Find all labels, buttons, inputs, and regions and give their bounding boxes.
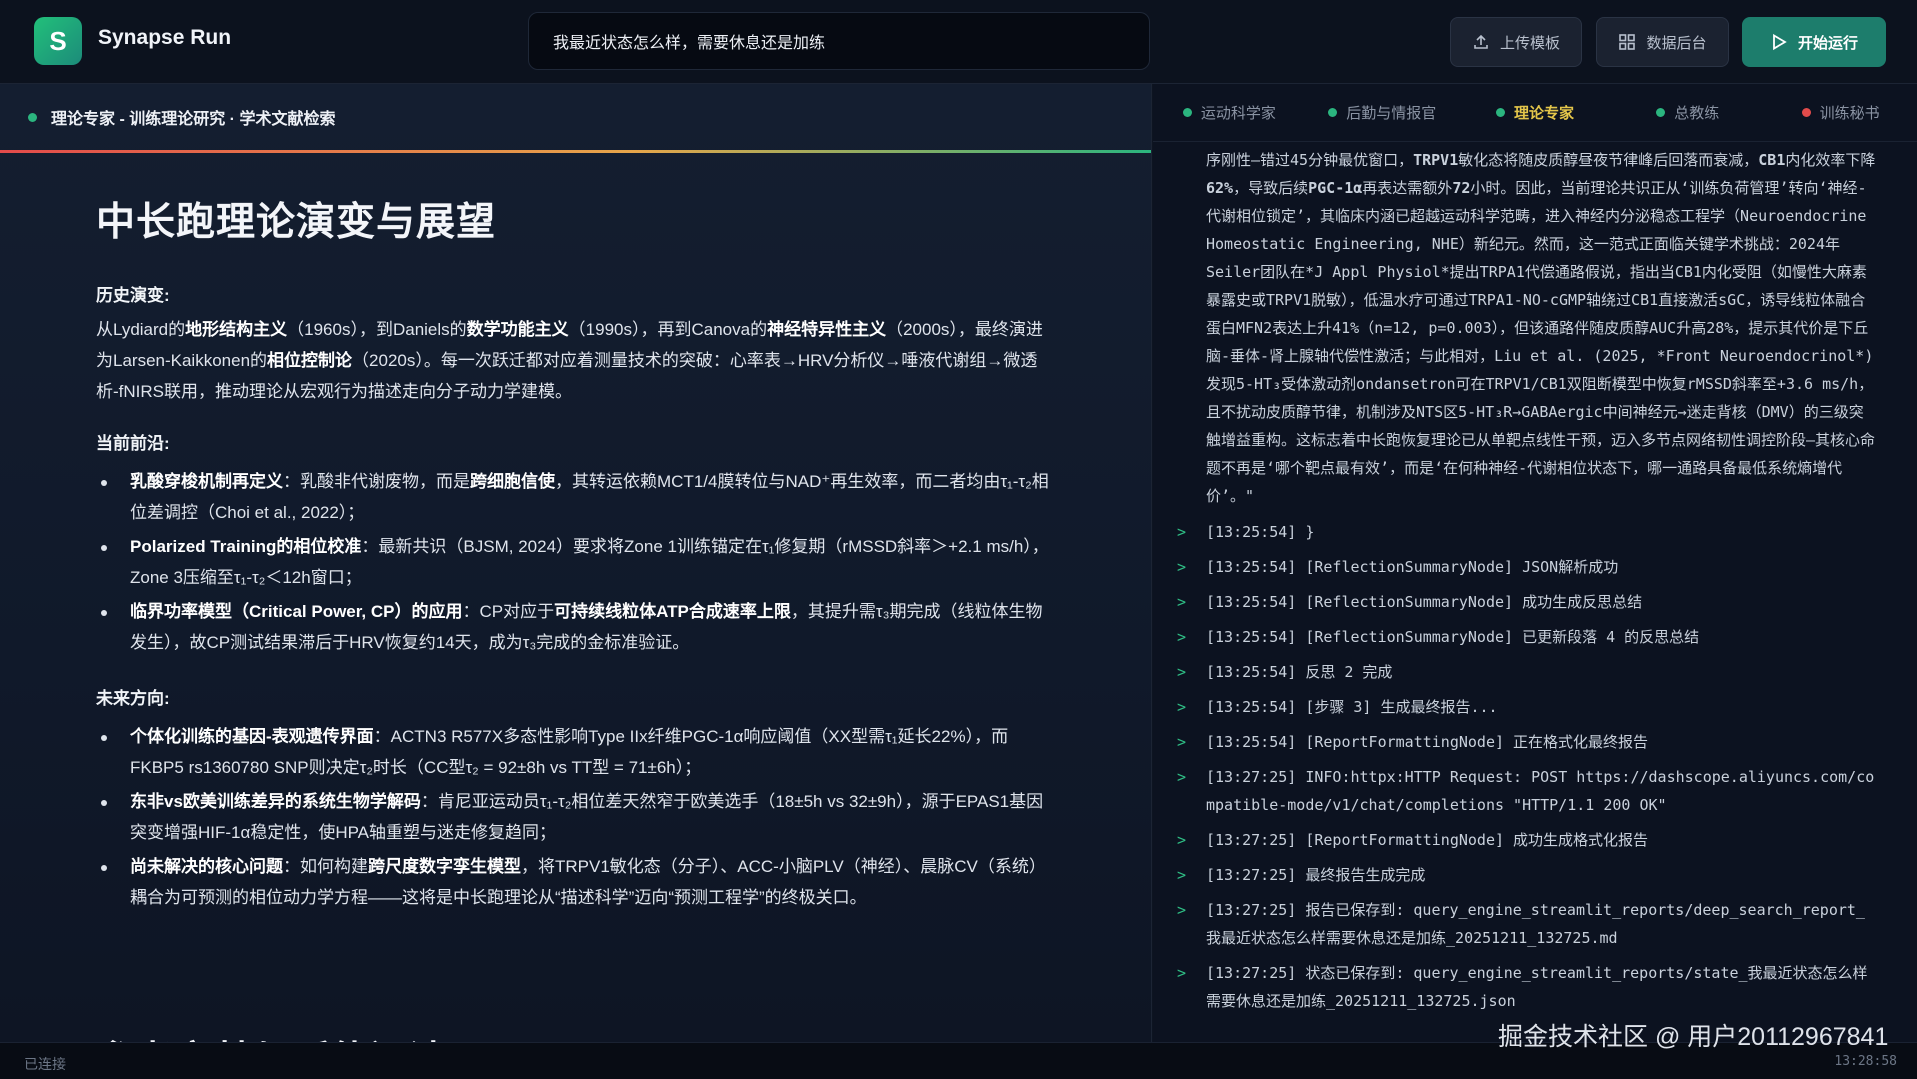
search-input[interactable]: 我最近状态怎么样，需要休息还是加练 (528, 12, 1150, 70)
log-prompt-icon: > (1177, 663, 1187, 681)
start-run-label: 开始运行 (1797, 34, 1858, 52)
log-text: [13:25:54] } (1206, 523, 1315, 541)
log-text: [13:25:54] [ReflectionSummaryNode] 成功生成反… (1206, 593, 1643, 611)
list-item: 尚未解决的核心问题：如何构建跨尺度数字孪生模型，将TRPV1敏化态（分子）、AC… (96, 851, 1055, 913)
panel-header: 理论专家 - 训练理论研究 · 学术文献检索 (0, 84, 1151, 150)
tab-status-dot (1328, 108, 1338, 117)
status-dot (28, 112, 37, 122)
log-text: [13:25:54] 反思 2 完成 (1206, 663, 1393, 681)
log-prompt-icon: > (1177, 768, 1187, 786)
log-prompt-icon: > (1177, 964, 1187, 982)
next-section-title: 参考文献与延伸阅读 (96, 1030, 447, 1042)
upload-template-button[interactable]: 上传模板 (1450, 17, 1582, 67)
log-prompt-icon: > (1177, 901, 1187, 919)
log-line: > [13:27:25] 最终报告生成完成 (1177, 861, 1877, 889)
tab-label: 理论专家 (1513, 105, 1574, 122)
watermark: 掘金技术社区 @ 用户20112967841 (1498, 1023, 1889, 1051)
tab-2[interactable]: 理论专家 (1459, 102, 1612, 123)
upload-template-label: 上传模板 (1499, 34, 1560, 52)
log-line: > [13:25:54] [ReflectionSummaryNode] 已更新段… (1177, 623, 1877, 651)
report-title: 中长跑理论演变与展望 (96, 201, 497, 244)
tab-label: 后勤与情报官 (1346, 105, 1437, 122)
log-line: > [13:25:54] } (1177, 518, 1877, 546)
log-text: [13:27:25] 报告已保存到: query_engine_streamli… (1206, 901, 1865, 947)
agent-log-panel: 运动科学家 后勤与情报官 理论专家 总教练 训练秘书 序刚性—错过45分钟最优窗口，TR… (1153, 84, 1917, 1042)
tab-status-dot (1495, 108, 1505, 117)
log-line: > [13:25:54] 反思 2 完成 (1177, 658, 1877, 686)
connection-status: 已连接 (24, 1056, 66, 1072)
log-line: > [13:25:54] [ReflectionSummaryNode] JSON… (1177, 553, 1877, 581)
log-line: > [13:25:54] [ReflectionSummaryNode] 成功生成… (1177, 588, 1877, 616)
tab-label: 运动科学家 (1200, 105, 1276, 122)
log-prompt-icon: > (1177, 593, 1187, 611)
frontier-heading: 当前前沿: (96, 434, 170, 453)
log-line: > [13:25:54] [ReportFormattingNode] 正在格式化… (1177, 728, 1877, 756)
log-continuation: 序刚性—错过45分钟最优窗口，TRPV1敏化态将随皮质醇昼夜节律峰后回落而衰减，… (1206, 151, 1876, 505)
tab-label: 总教练 (1674, 105, 1720, 122)
list-item: 临界功率模型（Critical Power, CP）的应用：CP对应于可持续线粒… (96, 596, 1055, 658)
future-list: 个体化训练的基因-表观遗传界面：ACTN3 R577X多态性影响Type IIx… (96, 721, 1055, 913)
report-panel: 理论专家 - 训练理论研究 · 学术文献检索 中长跑理论演变与展望 历史演变: … (0, 84, 1152, 1042)
log-text: [13:27:25] INFO:httpx:HTTP Request: POST… (1206, 768, 1875, 814)
list-item: Polarized Training的相位校准：最新共识（BJSM, 2024）… (96, 531, 1055, 593)
tab-4[interactable]: 训练秘书 (1764, 102, 1917, 123)
future-heading: 未来方向: (96, 689, 170, 708)
app-title: Synapse Run (98, 26, 232, 49)
log-line: > [13:27:25] 报告已保存到: query_engine_streaml… (1177, 896, 1877, 952)
report-document: 中长跑理论演变与展望 历史演变: 从Lydiard的地形结构主义（1960s），… (0, 153, 1151, 913)
status-time: 13:28:58 (1834, 1054, 1897, 1069)
tab-3[interactable]: 总教练 (1611, 102, 1764, 123)
tab-label: 训练秘书 (1819, 105, 1880, 122)
log-prompt-icon: > (1177, 523, 1187, 541)
log-line: > [13:25:54] [步骤 3] 生成最终报告... (1177, 693, 1877, 721)
app-logo: S (34, 17, 82, 65)
list-item: 个体化训练的基因-表观遗传界面：ACTN3 R577X多态性影响Type IIx… (96, 721, 1055, 783)
log-text: [13:27:25] 最终报告生成完成 (1206, 866, 1426, 884)
agent-tabs: 运动科学家 后勤与情报官 理论专家 总教练 训练秘书 (1153, 84, 1917, 142)
top-bar: S Synapse Run 我最近状态怎么样，需要休息还是加练 上传模板 数据后… (0, 0, 1917, 84)
log-line: > [13:27:25] INFO:httpx:HTTP Request: POS… (1177, 763, 1877, 819)
history-heading: 历史演变: (96, 286, 170, 305)
grid-icon (1618, 33, 1636, 51)
log-prompt-icon: > (1177, 831, 1187, 849)
log-text: [13:25:54] [ReflectionSummaryNode] JSON解… (1206, 558, 1619, 576)
log-prompt-icon: > (1177, 866, 1187, 884)
log-line: > [13:27:25] 状态已保存到: query_engine_streaml… (1177, 959, 1877, 1015)
log-text: [13:27:25] [ReportFormattingNode] 成功生成格式… (1206, 831, 1649, 849)
tab-status-dot (1182, 108, 1192, 117)
log-text: [13:25:54] [ReportFormattingNode] 正在格式化最… (1206, 733, 1649, 751)
log-prompt-icon: > (1177, 628, 1187, 646)
upload-icon (1472, 33, 1490, 51)
tab-status-dot (1656, 108, 1666, 117)
data-dashboard-button[interactable]: 数据后台 (1596, 17, 1729, 67)
log-text: [13:27:25] 状态已保存到: query_engine_streamli… (1206, 964, 1868, 1010)
list-item: 东非vs欧美训练差异的系统生物学解码：肯尼亚运动员τ₁-τ₂相位差天然窄于欧美选… (96, 786, 1055, 848)
start-run-button[interactable]: 开始运行 (1742, 17, 1886, 67)
log-prompt-icon: > (1177, 698, 1187, 716)
log-text: [13:25:54] [ReflectionSummaryNode] 已更新段落… (1206, 628, 1700, 646)
log-line: > [13:27:25] [ReportFormattingNode] 成功生成格… (1177, 826, 1877, 854)
play-icon (1770, 33, 1788, 51)
log-prompt-icon: > (1177, 558, 1187, 576)
log-output: 序刚性—错过45分钟最优窗口，TRPV1敏化态将随皮质醇昼夜节律峰后回落而衰减，… (1153, 142, 1917, 1015)
log-prompt-icon: > (1177, 733, 1187, 751)
data-dashboard-label: 数据后台 (1646, 34, 1707, 52)
tab-status-dot (1801, 108, 1811, 117)
tab-0[interactable]: 运动科学家 (1153, 102, 1306, 123)
history-paragraph: 从Lydiard的地形结构主义（1960s），到Daniels的数学功能主义（1… (96, 320, 1043, 401)
tab-1[interactable]: 后勤与情报官 (1306, 102, 1459, 123)
frontier-list: 乳酸穿梭机制再定义：乳酸非代谢废物，而是跨细胞信使，其转运依赖MCT1/4膜转位… (96, 466, 1055, 658)
list-item: 乳酸穿梭机制再定义：乳酸非代谢废物，而是跨细胞信使，其转运依赖MCT1/4膜转位… (96, 466, 1055, 528)
log-text: [13:25:54] [步骤 3] 生成最终报告... (1206, 698, 1498, 716)
panel-header-label: 理论专家 - 训练理论研究 · 学术文献检索 (51, 111, 336, 128)
